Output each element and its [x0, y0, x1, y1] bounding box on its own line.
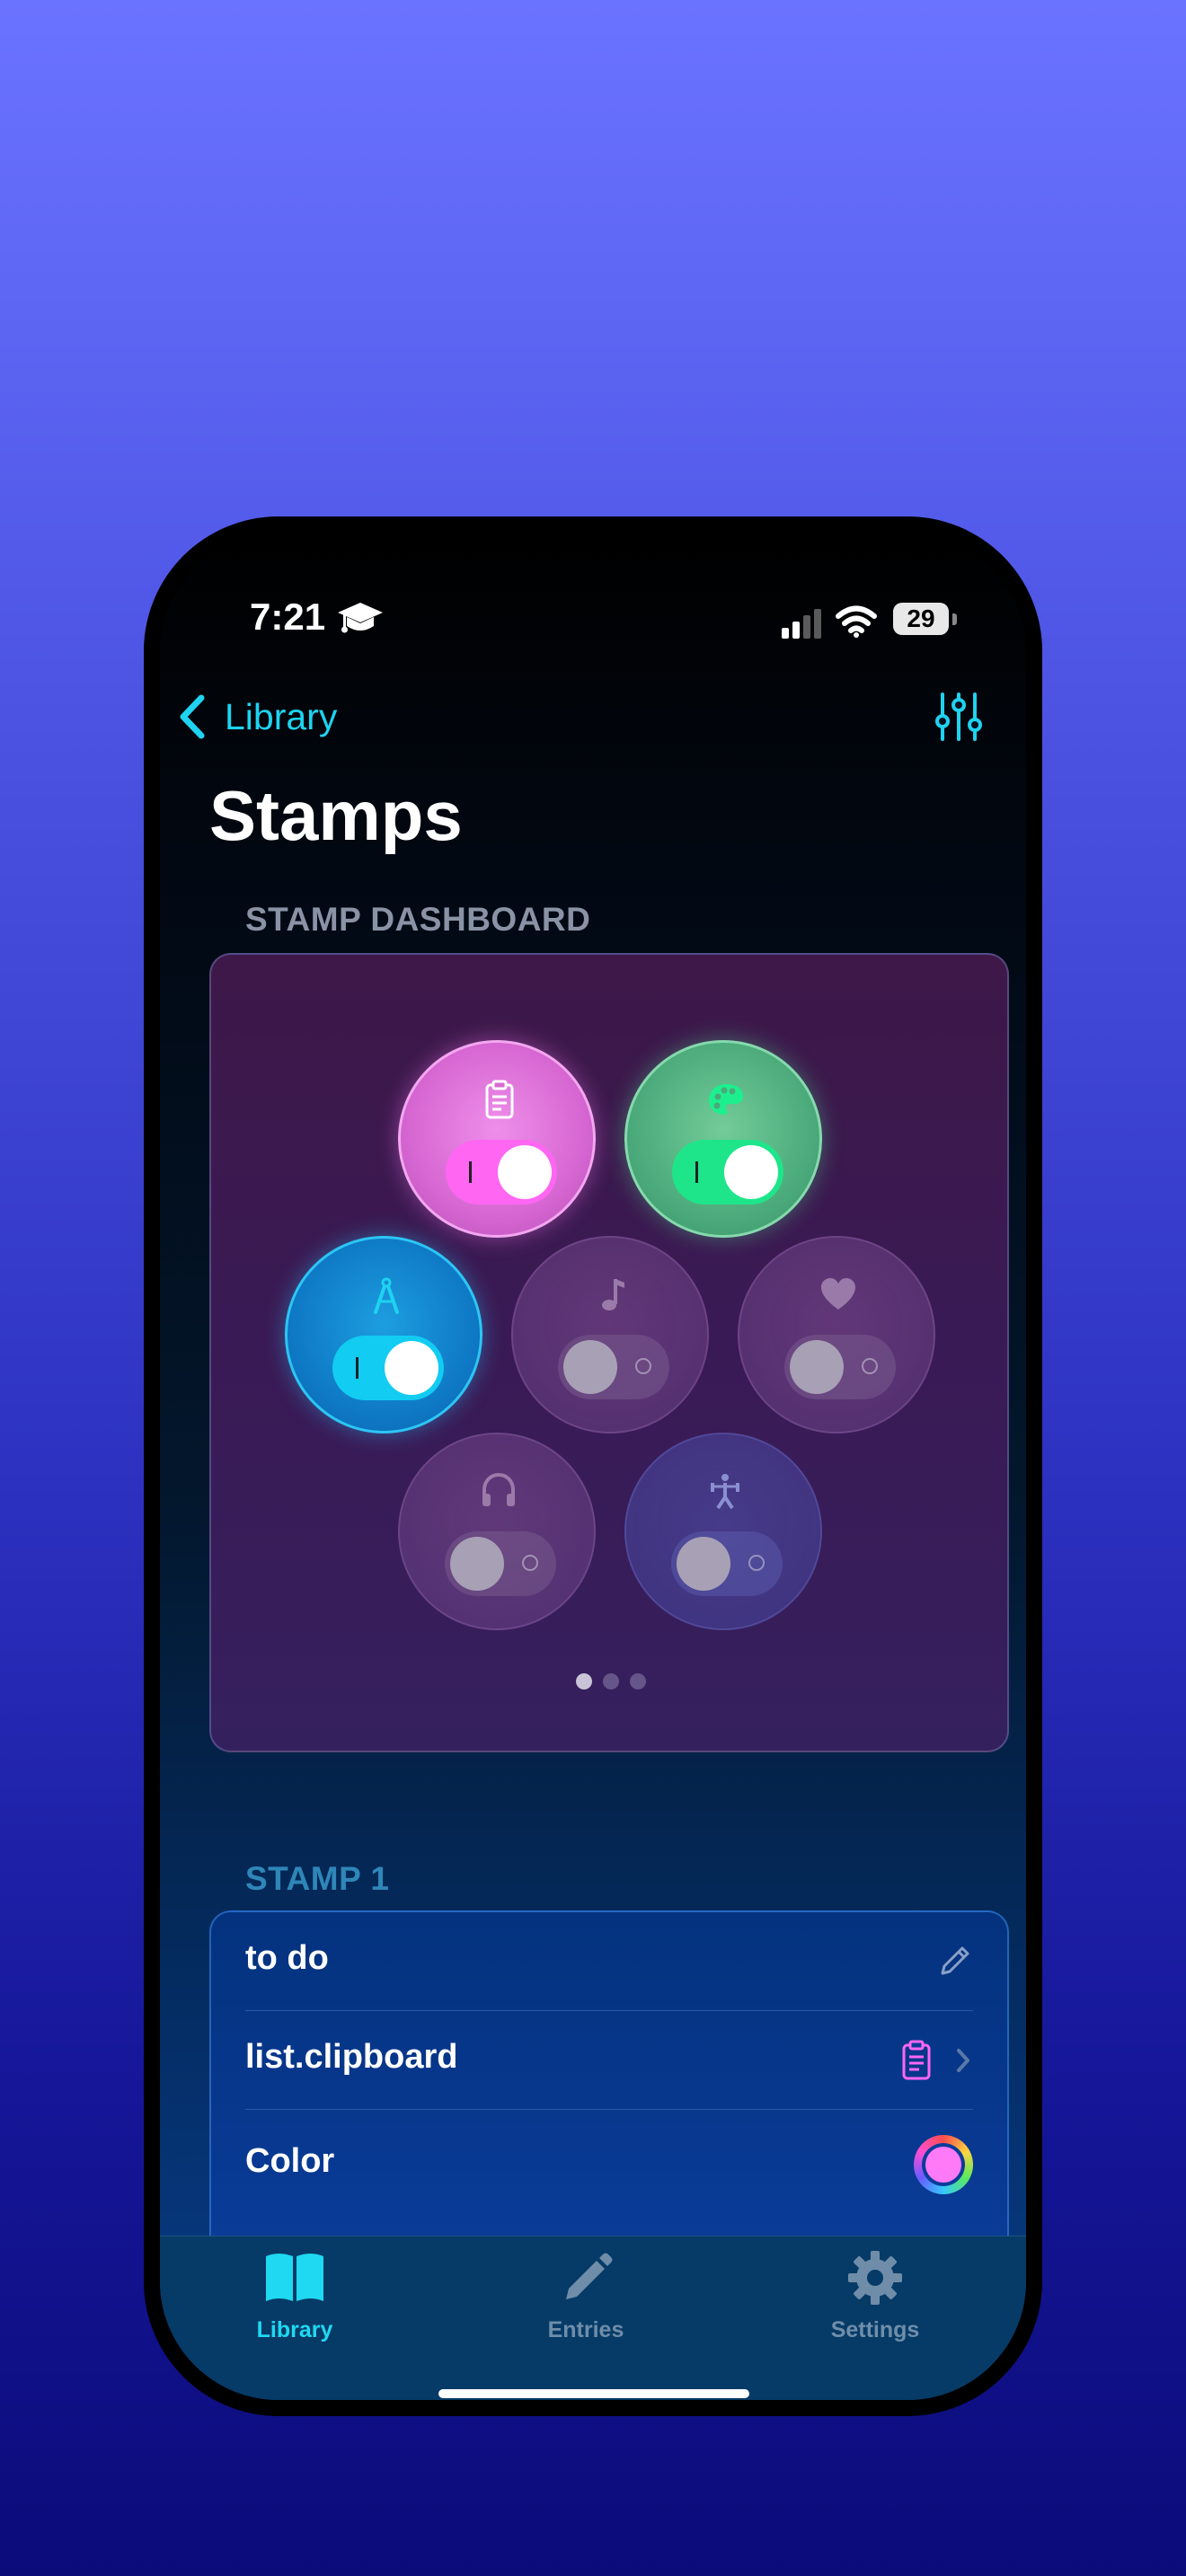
clipboard-icon: [485, 1080, 514, 1119]
pencil-icon[interactable]: [937, 1943, 973, 1979]
stamp1-section-label: STAMP 1: [245, 1860, 390, 1897]
color-swatch: [925, 2147, 961, 2183]
battery-tip: [952, 613, 957, 625]
compass-icon: [374, 1277, 399, 1314]
chevron-left-icon: [180, 694, 205, 739]
stamp-bubble-figure[interactable]: [624, 1433, 822, 1630]
figure-icon: [711, 1474, 739, 1510]
stamp-toggle[interactable]: [672, 1140, 783, 1204]
tab-library[interactable]: Library: [205, 2249, 385, 2348]
stamp-bubble-heart[interactable]: [738, 1236, 935, 1434]
page-dot-3[interactable]: [630, 1673, 646, 1689]
stamp-symbol: list.clipboard: [245, 2038, 458, 2076]
tab-settings[interactable]: Settings: [785, 2249, 965, 2348]
page-dot-2[interactable]: [603, 1673, 619, 1689]
stamp-toggle[interactable]: [446, 1140, 557, 1204]
page-dot-1[interactable]: [576, 1673, 592, 1689]
music-note-icon: [602, 1279, 624, 1310]
stamp-bubble-compass[interactable]: [285, 1236, 482, 1434]
app-screen: 7:21 29 Library Stamps STAMP DASHBOARD S…: [160, 533, 1026, 2400]
pencil-icon: [566, 2253, 613, 2299]
back-button[interactable]: Library: [174, 690, 337, 744]
tab-entries-label: Entries: [547, 2317, 624, 2342]
graduation-cap-icon: [338, 603, 383, 633]
tab-bar: Library Entries Settings: [160, 2236, 1026, 2400]
stamp-toggle[interactable]: [784, 1335, 896, 1399]
stamp-symbol-row[interactable]: list.clipboard: [245, 2011, 973, 2110]
stamp-name-row[interactable]: to do: [245, 1912, 973, 2011]
stamp1-card: to do list.clipboard Color: [209, 1910, 1009, 2270]
wifi-icon: [836, 605, 877, 638]
page-indicator[interactable]: [576, 1673, 646, 1689]
dashboard-section-label: STAMP DASHBOARD: [245, 901, 591, 938]
stamp-bubble-palette[interactable]: [624, 1040, 822, 1238]
stamp-name: to do: [245, 1939, 329, 1977]
stamp-color-row[interactable]: Color: [245, 2110, 973, 2209]
stamp-bubble-clipboard[interactable]: [398, 1040, 596, 1238]
stamp-bubble-music[interactable]: [511, 1236, 709, 1434]
gear-icon: [848, 2251, 902, 2305]
stamp-toggle[interactable]: [671, 1531, 783, 1596]
palette-icon: [709, 1084, 743, 1115]
stamp-toggle[interactable]: [332, 1336, 444, 1400]
stamp-toggle[interactable]: [445, 1531, 556, 1596]
cellular-signal-icon: [782, 609, 821, 639]
battery-indicator: 29: [893, 603, 949, 635]
status-time: 7:21: [250, 595, 326, 638]
color-label: Color: [245, 2142, 335, 2180]
headphones-icon: [482, 1472, 515, 1506]
sliders-icon[interactable]: [933, 691, 985, 743]
back-label: Library: [225, 695, 338, 737]
chevron-right-icon: [957, 2049, 969, 2072]
book-icon: [266, 2254, 323, 2301]
page-title: Stamps: [209, 776, 463, 855]
status-bar: 7:21 29: [160, 595, 1026, 649]
stamp-toggle[interactable]: [558, 1335, 669, 1399]
color-picker-well[interactable]: [914, 2135, 973, 2194]
tab-entries[interactable]: Entries: [496, 2249, 676, 2348]
home-indicator: [438, 2389, 749, 2398]
phone-frame: 7:21 29 Library Stamps STAMP DASHBOARD S…: [144, 516, 1042, 2416]
tab-library-label: Library: [256, 2317, 333, 2342]
clipboard-icon: [902, 2040, 931, 2080]
tab-settings-label: Settings: [830, 2317, 920, 2342]
stamp-bubble-headphones[interactable]: [398, 1433, 596, 1630]
heart-icon: [821, 1278, 855, 1310]
stamp-dashboard: [209, 953, 1009, 1752]
